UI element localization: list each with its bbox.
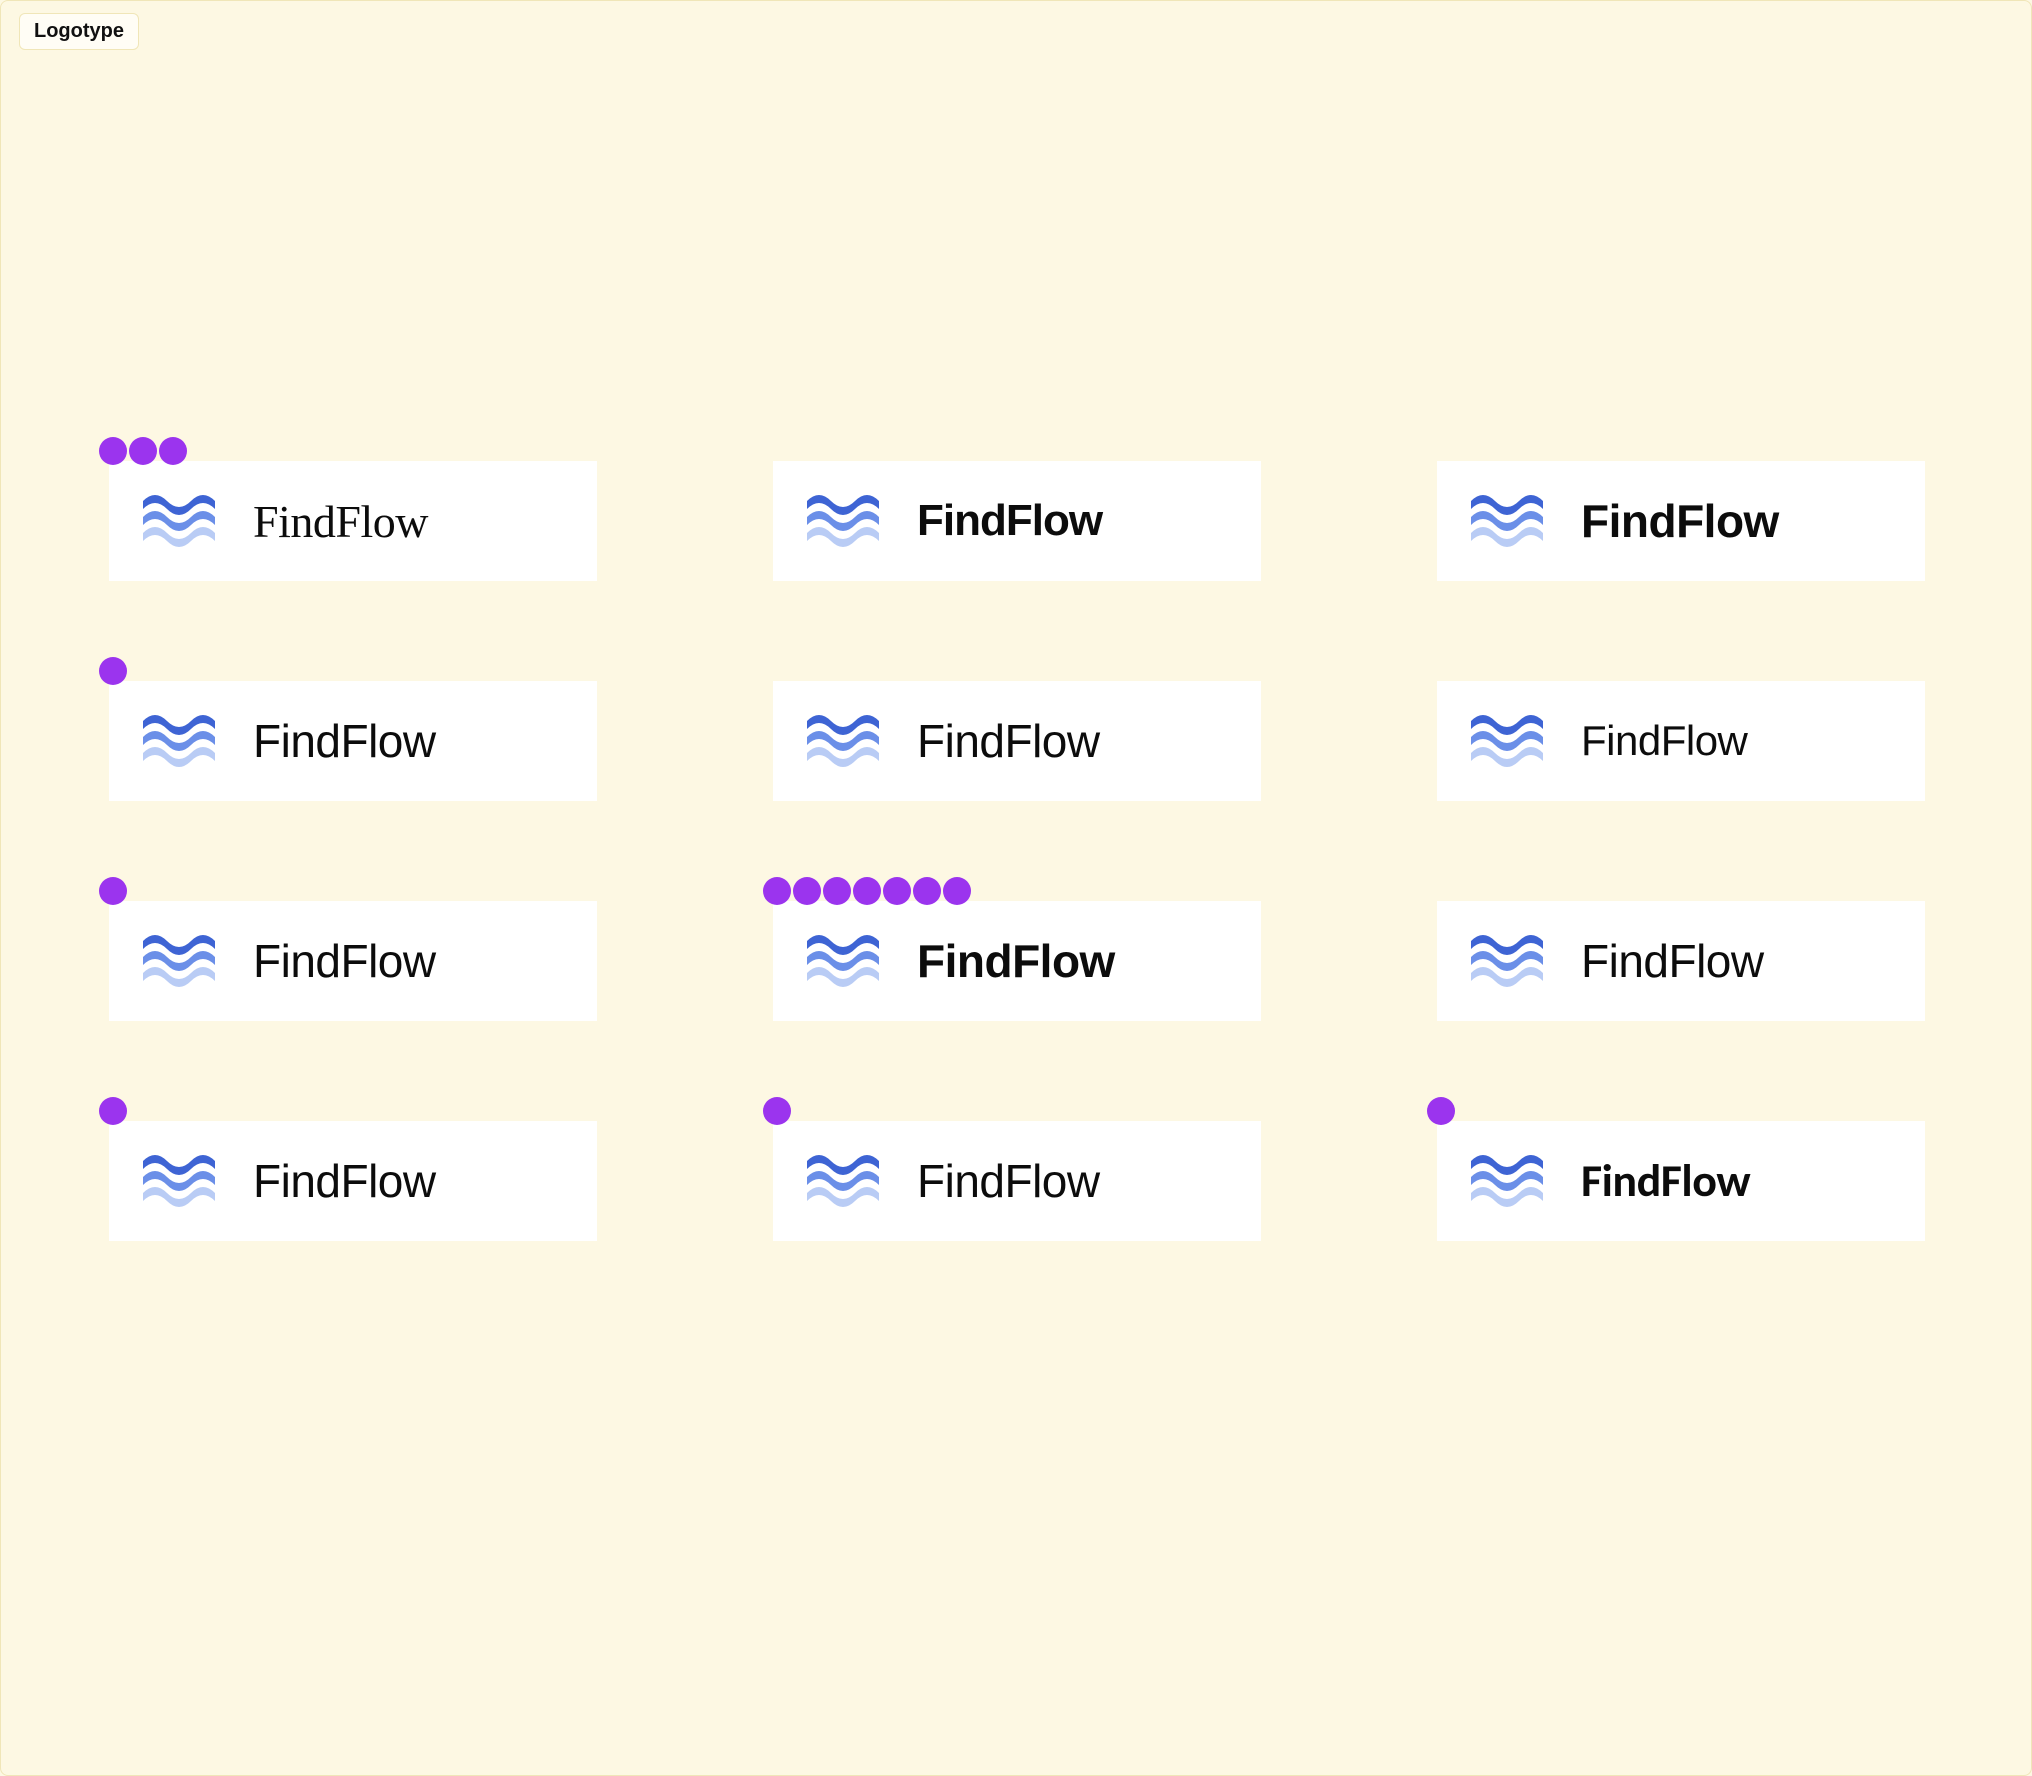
wave-mark-icon	[139, 1147, 229, 1215]
vote-dot-icon	[763, 877, 791, 905]
vote-dots	[99, 657, 127, 685]
wordmark: FindFlow	[253, 495, 428, 548]
wordmark: FindFlow	[253, 1154, 436, 1208]
wave-mark-icon	[803, 1147, 893, 1215]
vote-dot-icon	[1427, 1097, 1455, 1125]
logotype-variant: FindFlow	[773, 1121, 1261, 1241]
wave-mark-icon	[1467, 707, 1557, 775]
vote-dot-icon	[99, 437, 127, 465]
logotype-variant: FindFlow	[109, 681, 597, 801]
vote-dots	[99, 1097, 127, 1125]
vote-dot-icon	[159, 437, 187, 465]
vote-dots	[99, 877, 127, 905]
wave-mark-icon	[803, 487, 893, 555]
wordmark: FindFlow	[917, 496, 1102, 546]
vote-dot-icon	[883, 877, 911, 905]
wordmark: FindFlow	[917, 1154, 1100, 1208]
logotype-variant: FindFlow	[773, 901, 1261, 1021]
wordmark: FindFlow	[253, 714, 436, 768]
wordmark: FindFlow	[1581, 1153, 1750, 1209]
logotype-variant: FindFlow	[1437, 1121, 1925, 1241]
logotype-variant: FindFlow	[773, 681, 1261, 801]
vote-dot-icon	[793, 877, 821, 905]
logotype-variant: FindFlow	[109, 461, 597, 581]
logotype-variant: FindFlow	[1437, 901, 1925, 1021]
logotype-variant: FindFlow	[1437, 461, 1925, 581]
section-label: Logotype	[19, 13, 139, 50]
vote-dot-icon	[823, 877, 851, 905]
wordmark: FindFlow	[1581, 934, 1764, 988]
vote-dots	[763, 1097, 791, 1125]
wordmark: FindFlow	[253, 934, 436, 988]
vote-dot-icon	[763, 1097, 791, 1125]
wave-mark-icon	[803, 927, 893, 995]
vote-dot-icon	[99, 657, 127, 685]
logotype-variant: FindFlow	[109, 901, 597, 1021]
vote-dot-icon	[99, 877, 127, 905]
vote-dots	[763, 877, 971, 905]
vote-dot-icon	[943, 877, 971, 905]
wave-mark-icon	[139, 487, 229, 555]
wave-mark-icon	[1467, 487, 1557, 555]
vote-dot-icon	[913, 877, 941, 905]
wordmark: FindFlow	[1581, 494, 1779, 548]
wordmark: FindFlow	[917, 934, 1115, 988]
logotype-grid: FindFlow FindFlow FindFlow FindFlow FindFlow…	[109, 461, 1925, 1241]
wordmark: FindFlow	[917, 714, 1100, 768]
wave-mark-icon	[1467, 1147, 1557, 1215]
vote-dots	[99, 437, 187, 465]
vote-dots	[1427, 1097, 1455, 1125]
vote-dot-icon	[129, 437, 157, 465]
logotype-variant: FindFlow	[773, 461, 1261, 581]
wave-mark-icon	[1467, 927, 1557, 995]
wave-mark-icon	[139, 707, 229, 775]
wordmark: FindFlow	[1581, 717, 1747, 765]
logotype-variant: FindFlow	[1437, 681, 1925, 801]
vote-dot-icon	[853, 877, 881, 905]
wave-mark-icon	[139, 927, 229, 995]
logotype-variant: FindFlow	[109, 1121, 597, 1241]
wave-mark-icon	[803, 707, 893, 775]
vote-dot-icon	[99, 1097, 127, 1125]
